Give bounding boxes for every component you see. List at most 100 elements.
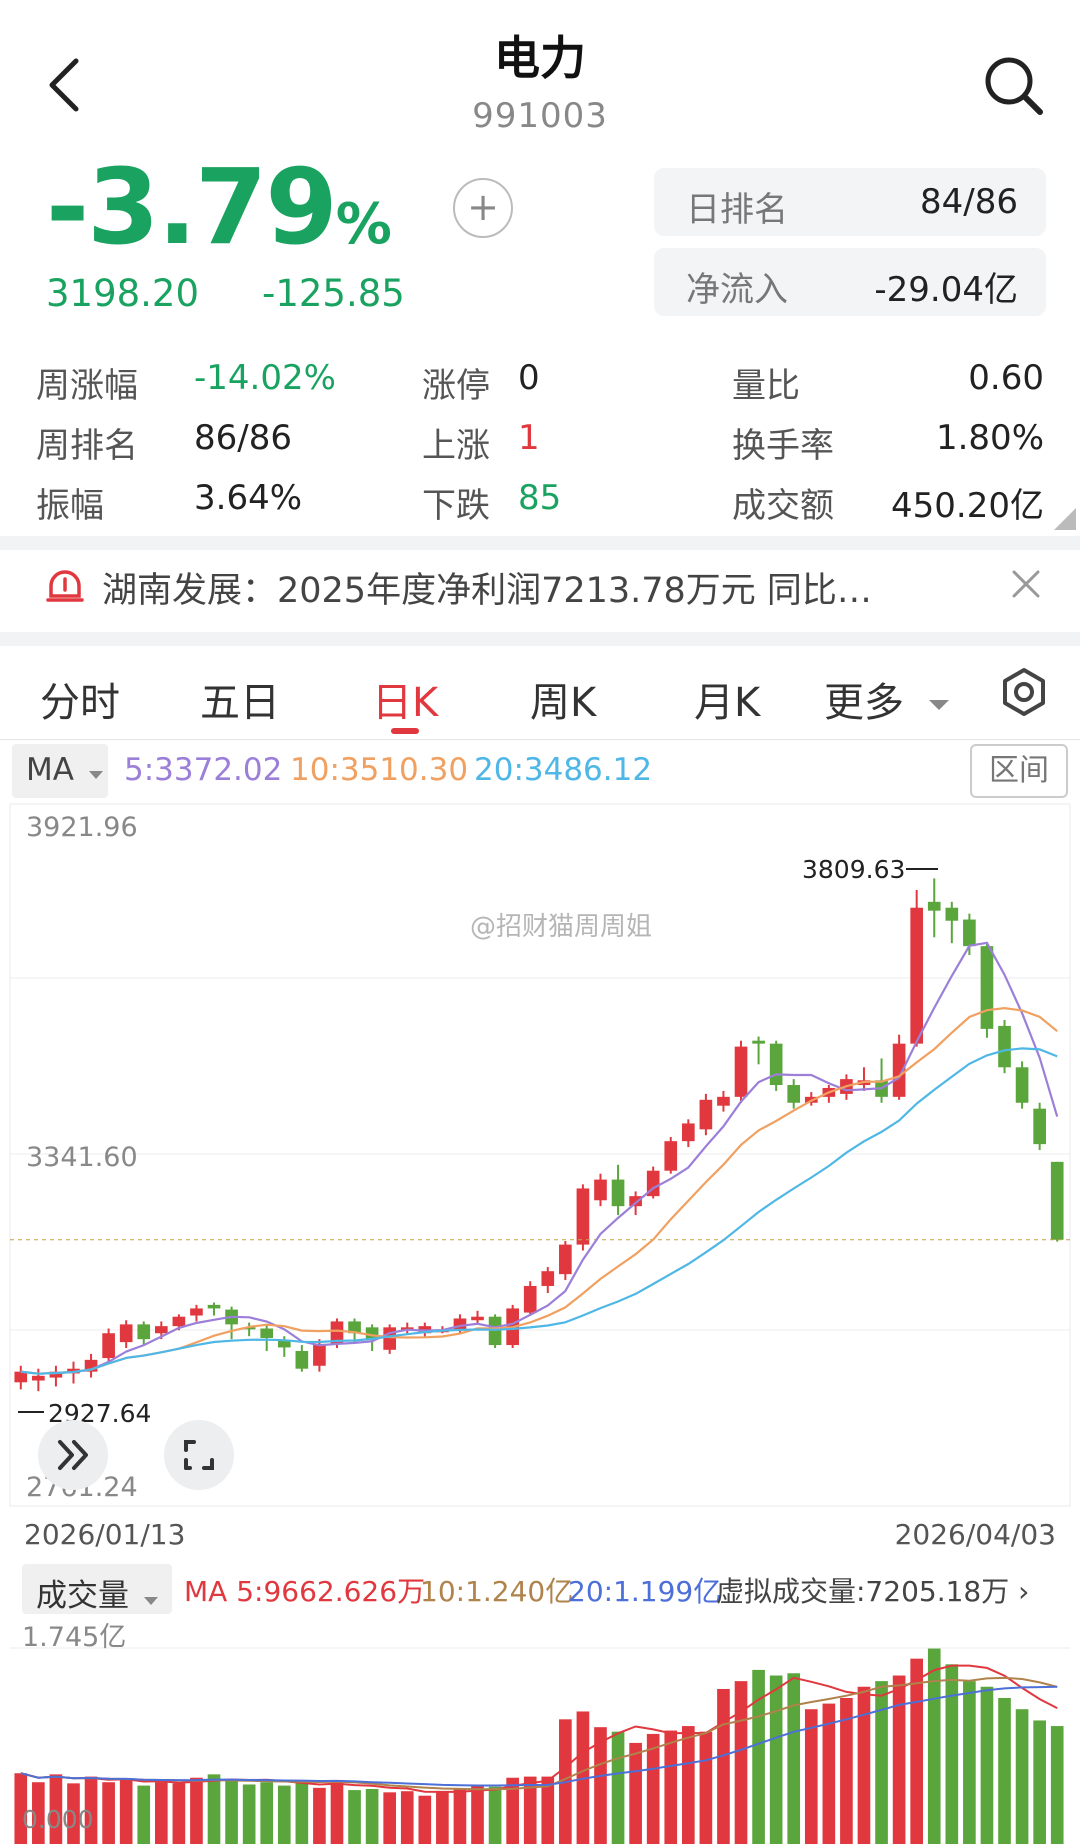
volume-bar: [998, 1697, 1011, 1844]
candle: [910, 907, 924, 1044]
ma10-value: 10:3510.30: [290, 752, 469, 788]
search-icon[interactable]: [980, 52, 1046, 118]
volume-bar: [400, 1791, 414, 1844]
volume-bar: [119, 1779, 133, 1844]
header: 电力 991003: [0, 0, 1080, 160]
x-axis-start-date: 2026/01/13: [24, 1518, 186, 1551]
current-price: 3198.20: [46, 272, 200, 315]
candle: [1015, 1067, 1029, 1103]
volume-bar: [664, 1730, 678, 1844]
volume-chart: 1.745亿 0.000: [10, 1622, 1070, 1844]
period-tabs: 分时 五日 日K 周K 月K 更多: [0, 656, 1080, 740]
volume-bar: [102, 1782, 115, 1844]
volume-bar: [383, 1792, 397, 1844]
volume-bar: [927, 1648, 941, 1844]
range-button[interactable]: 区间: [970, 744, 1068, 798]
active-tab-indicator: [391, 728, 419, 734]
volume-bar: [1033, 1720, 1046, 1844]
double-chevron-right-icon: [58, 1440, 88, 1470]
volume-y-min-label: 0.000: [22, 1805, 94, 1834]
candle: [594, 1179, 607, 1201]
dropdown-arrow-icon: [143, 1597, 158, 1605]
candle: [945, 907, 959, 921]
volume-bar: [137, 1785, 151, 1844]
add-watchlist-button[interactable]: +: [453, 178, 513, 238]
stat-value: 1: [518, 418, 540, 458]
volume-bar: [717, 1688, 730, 1844]
volume-bar: [857, 1686, 871, 1844]
candle: [681, 1123, 695, 1142]
ma-selector[interactable]: MA: [12, 744, 108, 798]
tab-weekly-k[interactable]: 周K: [530, 670, 596, 728]
pct-unit: %: [335, 192, 392, 257]
candle: [717, 1096, 730, 1106]
candle: [541, 1271, 555, 1286]
x-axis-end-date: 2026/04/03: [894, 1518, 1056, 1551]
volume-bar: [681, 1726, 695, 1844]
volume-bar: [1015, 1709, 1029, 1844]
volume-bar: [910, 1658, 924, 1844]
candle: [963, 919, 976, 947]
volume-bar: [348, 1790, 361, 1844]
volume-bar: [629, 1742, 642, 1844]
stat-label: 成交额: [732, 486, 834, 526]
candle: [664, 1141, 678, 1171]
candle: [980, 946, 994, 1029]
tab-intraday[interactable]: 分时: [40, 670, 120, 728]
volume-bar: [436, 1791, 449, 1844]
volume-bar: [172, 1783, 186, 1844]
volume-bar: [875, 1681, 888, 1844]
candle: [137, 1324, 151, 1340]
candle: [734, 1046, 748, 1097]
candle: [1033, 1108, 1046, 1145]
news-bar[interactable]: 湖南发展：2025年度净利润7213.78万元 同比…: [0, 540, 1080, 632]
volume-bar: [945, 1664, 959, 1844]
volume-bar: [471, 1785, 484, 1844]
volume-bar: [313, 1787, 326, 1844]
expand-chart-button[interactable]: [38, 1420, 108, 1490]
stat-value: 0: [518, 358, 540, 398]
volume-bar: [242, 1784, 256, 1844]
volume-bar: [260, 1782, 274, 1844]
stat-label: 周涨幅: [36, 366, 138, 406]
candle: [998, 1025, 1011, 1068]
candle: [383, 1327, 397, 1350]
virtual-volume-link[interactable]: 虚拟成交量:7205.18万 ›: [716, 1570, 1029, 1610]
high-marker-label: 3809.63: [802, 855, 905, 884]
tab-more[interactable]: 更多: [824, 670, 951, 728]
volume-ma5: MA 5:9662.626万: [184, 1575, 426, 1608]
volume-bar: [963, 1681, 976, 1844]
y-axis-max-label: 3921.96: [26, 812, 138, 843]
stat-value: 450.20亿: [891, 486, 1044, 526]
candle: [190, 1308, 203, 1316]
stat-value: 86/86: [194, 418, 292, 458]
announcement-icon: [46, 570, 84, 602]
close-icon[interactable]: [1008, 566, 1044, 602]
tab-five-day[interactable]: 五日: [200, 670, 280, 728]
volume-bar: [225, 1779, 238, 1844]
candle: [313, 1343, 326, 1366]
candle: [559, 1244, 572, 1275]
candle: [154, 1326, 168, 1334]
volume-indicator-selector[interactable]: 成交量: [22, 1564, 172, 1614]
y-axis-mid-label: 3341.60: [26, 1142, 138, 1173]
fullscreen-button[interactable]: [164, 1420, 234, 1490]
tab-monthly-k[interactable]: 月K: [694, 670, 760, 728]
fullscreen-icon: [184, 1440, 214, 1470]
settings-hexagon-icon[interactable]: [998, 666, 1050, 718]
dropdown-arrow-icon: [88, 771, 103, 779]
ma5-value: 5:3372.02: [124, 752, 283, 788]
volume-bar: [769, 1675, 783, 1844]
stat-label: 换手率: [732, 426, 834, 466]
volume-bar: [1050, 1726, 1064, 1844]
news-headline[interactable]: 湖南发展：2025年度净利润7213.78万元 同比…: [102, 562, 872, 613]
candle: [752, 1040, 765, 1044]
tab-daily-k[interactable]: 日K: [372, 670, 438, 728]
collapse-corner-icon[interactable]: [1054, 508, 1076, 530]
stat-label: 下跌: [422, 486, 490, 526]
volume-y-max-label: 1.745亿: [22, 1622, 126, 1653]
volume-bar: [330, 1779, 344, 1844]
day-rank-box: 日排名 84/86: [654, 168, 1046, 236]
candle: [576, 1188, 590, 1245]
ma20-value: 20:3486.12: [474, 752, 653, 788]
